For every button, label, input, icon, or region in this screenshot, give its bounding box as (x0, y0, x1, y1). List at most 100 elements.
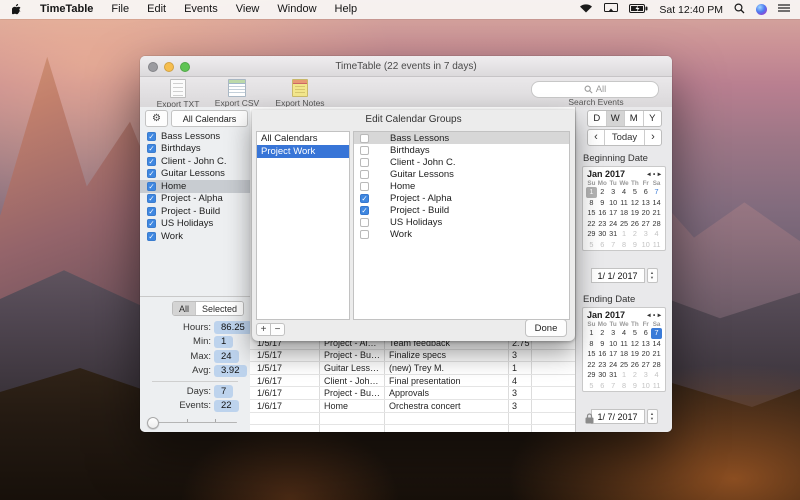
calendar-day[interactable]: 22 (586, 360, 597, 371)
view-segment-m[interactable]: M (624, 111, 643, 126)
calendar-day[interactable]: 24 (608, 219, 619, 230)
wifi-icon[interactable] (579, 3, 593, 16)
calendar-day[interactable]: 14 (651, 198, 662, 209)
calendar-day[interactable]: 10 (640, 240, 651, 251)
table-row[interactable] (250, 425, 576, 432)
calendar-day[interactable]: 6 (640, 187, 651, 198)
calendar-next-icon[interactable]: ▸ (658, 311, 661, 319)
member-checkbox[interactable] (360, 229, 369, 239)
calendar-day[interactable]: 5 (629, 328, 640, 339)
export-txt-button[interactable]: Export TXT (149, 78, 207, 109)
menu-item[interactable]: Events (175, 0, 227, 19)
member-item[interactable]: US Holidays (354, 216, 569, 228)
calendar-day[interactable]: 28 (651, 360, 662, 371)
calendar-day[interactable]: 28 (651, 219, 662, 230)
calendar-day[interactable]: 9 (597, 339, 608, 350)
calendar-checkbox[interactable]: ✓ (147, 156, 156, 166)
calendar-group-dropdown[interactable]: All Calendars (171, 110, 248, 127)
calendar-checkbox[interactable]: ✓ (147, 194, 156, 204)
calendar-day[interactable]: 7 (651, 187, 662, 198)
calendar-day[interactable]: 10 (640, 381, 651, 392)
notification-center-icon[interactable] (778, 3, 790, 16)
calendar-day[interactable]: 9 (597, 198, 608, 209)
calendar-day[interactable]: 4 (651, 370, 662, 381)
member-item[interactable]: Work (354, 228, 569, 240)
calendar-day[interactable]: 30 (597, 229, 608, 240)
menu-clock[interactable]: Sat 12:40 PM (659, 4, 723, 16)
member-checkbox[interactable] (360, 181, 369, 191)
export-notes-button[interactable]: Export Notes (268, 78, 332, 108)
calendar-day[interactable]: 1 (619, 229, 630, 240)
calendar-day[interactable]: 1 (619, 370, 630, 381)
calendar-day[interactable]: 8 (586, 198, 597, 209)
calendar-day[interactable]: 25 (619, 219, 630, 230)
calendar-day[interactable]: 18 (619, 208, 630, 219)
close-button[interactable] (148, 62, 158, 72)
sidebar-calendar-item[interactable]: ✓ US Holidays (140, 218, 250, 231)
next-period-button[interactable]: › (644, 130, 661, 145)
calendar-checkbox[interactable]: ✓ (147, 206, 156, 216)
member-item[interactable]: Birthdays (354, 144, 569, 156)
view-segment-w[interactable]: W (605, 111, 624, 126)
calendar-day[interactable]: 9 (629, 381, 640, 392)
calendar-day[interactable]: 21 (651, 208, 662, 219)
calendar-day[interactable]: 5 (629, 187, 640, 198)
calendar-day[interactable]: 19 (629, 349, 640, 360)
calendar-day[interactable]: 23 (597, 219, 608, 230)
calendar-day[interactable]: 21 (651, 349, 662, 360)
siri-icon[interactable] (756, 4, 767, 15)
table-row[interactable]: 1/5/17 Guitar Less… (new) Trey M. 1 (250, 362, 576, 375)
calendar-day[interactable]: 11 (651, 381, 662, 392)
lock-icon[interactable] (585, 411, 594, 429)
calendar-day[interactable]: 4 (651, 229, 662, 240)
calendar-day[interactable]: 16 (597, 349, 608, 360)
table-row[interactable] (250, 412, 576, 426)
remove-group-button[interactable]: − (270, 323, 285, 336)
menu-item[interactable]: File (102, 0, 138, 19)
view-segment-y[interactable]: Y (642, 111, 662, 126)
member-checkbox[interactable] (360, 157, 369, 167)
calendar-day[interactable]: 1 (586, 187, 597, 198)
menu-item[interactable]: Edit (138, 0, 175, 19)
calendar-day[interactable]: 6 (597, 240, 608, 251)
sidebar-calendar-item[interactable]: ✓ Client - John C. (140, 155, 250, 168)
calendar-day[interactable]: 30 (597, 370, 608, 381)
calendar-day[interactable]: 31 (608, 229, 619, 240)
calendar-day[interactable]: 15 (586, 349, 597, 360)
calendar-today-dot-icon[interactable]: • (653, 312, 655, 319)
calendar-day[interactable]: 9 (629, 240, 640, 251)
calendar-day[interactable]: 3 (608, 187, 619, 198)
spotlight-search-icon[interactable] (734, 2, 745, 17)
group-item[interactable]: All Calendars (257, 132, 349, 145)
calendar-checkbox[interactable]: ✓ (147, 231, 156, 241)
calendar-today-dot-icon[interactable]: • (653, 171, 655, 178)
today-button[interactable]: Today (604, 130, 644, 145)
menu-item[interactable]: Window (268, 0, 325, 19)
ending-date-input[interactable]: 1/ 7/ 2017 (590, 409, 645, 424)
calendar-day[interactable]: 10 (608, 339, 619, 350)
search-input[interactable]: All (531, 81, 659, 98)
calendar-day[interactable]: 15 (586, 208, 597, 219)
calendar-actions-button[interactable]: ⚙ (145, 110, 168, 127)
menu-item[interactable]: Help (326, 0, 367, 19)
calendar-day[interactable]: 11 (651, 240, 662, 251)
calendar-day[interactable]: 6 (597, 381, 608, 392)
calendar-checkbox[interactable]: ✓ (147, 144, 156, 154)
calendar-day[interactable]: 29 (586, 229, 597, 240)
sidebar-calendar-item[interactable]: ✓ Guitar Lessons (140, 168, 250, 181)
calendar-day[interactable]: 12 (629, 339, 640, 350)
calendar-day[interactable]: 24 (608, 360, 619, 371)
calendar-day[interactable]: 2 (597, 187, 608, 198)
beginning-date-stepper[interactable]: ▲ ▼ (646, 268, 658, 283)
stats-tab-all[interactable]: All (173, 302, 196, 315)
calendar-day[interactable]: 5 (586, 381, 597, 392)
calendar-day[interactable]: 27 (640, 219, 651, 230)
member-checkbox[interactable] (360, 217, 369, 227)
calendar-checkbox[interactable]: ✓ (147, 219, 156, 229)
calendar-day[interactable]: 31 (608, 370, 619, 381)
calendar-day[interactable]: 1 (586, 328, 597, 339)
window-titlebar[interactable]: TimeTable (22 events in 7 days) (140, 56, 672, 77)
calendar-day[interactable]: 4 (619, 328, 630, 339)
battery-icon[interactable] (629, 3, 648, 16)
calendar-day[interactable]: 8 (619, 381, 630, 392)
